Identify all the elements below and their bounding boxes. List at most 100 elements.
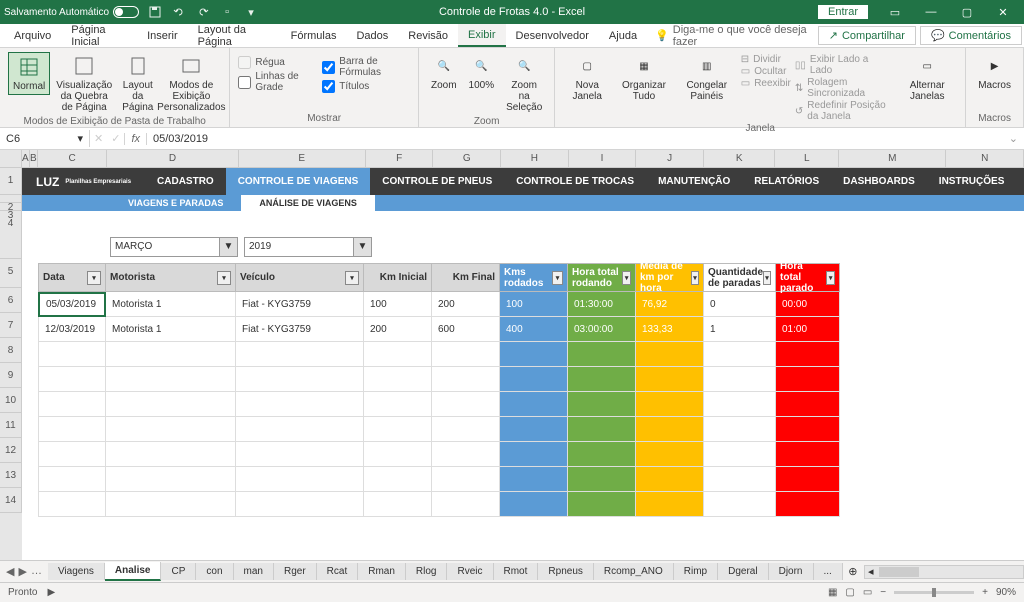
menu-inserir[interactable]: Inserir (137, 24, 188, 47)
sheet-tab[interactable]: Rcat (317, 563, 359, 580)
sheet-tab[interactable]: Rcomp_ANO (594, 563, 674, 580)
sheet-tab[interactable]: con (196, 563, 233, 580)
view-normal-button[interactable]: Normal (8, 52, 50, 95)
fx-icon[interactable]: fx (124, 133, 147, 145)
split-button[interactable]: ⊟ Dividir (741, 54, 791, 65)
sheet-tab[interactable]: Rmot (494, 563, 539, 580)
tab-more-icon[interactable]: … (31, 565, 42, 578)
filter-icon[interactable]: ▾ (622, 271, 631, 285)
horizontal-scrollbar[interactable]: ◂ (864, 565, 1024, 579)
sheet-tab[interactable]: Rlog (406, 563, 448, 580)
view-layout-button[interactable]: Layout da Página (118, 52, 157, 115)
share-button[interactable]: ↗ Compartilhar (818, 26, 916, 45)
cell-km-inicial[interactable]: 200 (364, 317, 432, 342)
col-header[interactable]: B (30, 150, 38, 168)
formula-input[interactable]: 05/03/2019 (147, 131, 1003, 147)
tell-me-search[interactable]: 💡 Diga-me o que você deseja fazer (647, 24, 816, 47)
cell-hora-rodando[interactable]: 01:30:00 (568, 292, 636, 317)
row-header[interactable]: 8 (0, 338, 22, 363)
zoom-slider[interactable] (894, 591, 974, 594)
col-header[interactable]: E (239, 150, 366, 168)
sheet-tab[interactable]: man (234, 563, 274, 580)
autosave-toggle[interactable]: Salvamento Automático (4, 6, 139, 18)
nav-controle-viagens[interactable]: CONTROLE DE VIAGENS (226, 168, 371, 195)
th-kms-rodados[interactable]: Kms rodados▾ (500, 263, 568, 292)
th-motorista[interactable]: Motorista▾ (106, 263, 236, 292)
nav-instrucoes[interactable]: INSTRUÇÕES (927, 168, 1017, 195)
th-media-km[interactable]: Média de km por hora▾ (636, 263, 704, 292)
formula-expand-icon[interactable]: ⌄ (1003, 132, 1024, 145)
nav-manutencao[interactable]: MANUTENÇÃO (646, 168, 742, 195)
row-header[interactable]: 7 (0, 313, 22, 338)
new-sheet-button[interactable]: ⊕ (843, 565, 863, 578)
subnav-viagens-paradas[interactable]: VIAGENS E PARADAS (110, 195, 241, 211)
row-header[interactable]: 11 (0, 413, 22, 438)
comments-button[interactable]: 💬 Comentários (920, 26, 1022, 45)
row-header[interactable]: 12 (0, 438, 22, 463)
zoom-out-icon[interactable]: − (880, 587, 886, 598)
sheet-tab[interactable]: Rman (358, 563, 406, 580)
zoom-in-icon[interactable]: + (982, 587, 988, 598)
sheet-tab[interactable]: Djorn (769, 563, 814, 580)
nav-relatorios[interactable]: RELATÓRIOS (742, 168, 831, 195)
th-data[interactable]: Data▾ (38, 263, 106, 292)
menu-exibir[interactable]: Exibir (458, 24, 506, 47)
cell-media[interactable]: 133,33 (636, 317, 704, 342)
row-header[interactable]: 13 (0, 463, 22, 488)
filter-icon[interactable]: ▾ (552, 271, 563, 285)
row-header[interactable]: 4 (0, 211, 22, 259)
view-break-icon[interactable]: ▭ (863, 587, 872, 598)
col-header[interactable]: D (107, 150, 238, 168)
new-window-button[interactable]: ▢Nova Janela (563, 52, 611, 104)
qat-dropdown-icon[interactable]: ▾ (243, 4, 259, 20)
menu-dados[interactable]: Dados (346, 24, 398, 47)
nav-dashboards[interactable]: DASHBOARDS (831, 168, 927, 195)
sheet-tab[interactable]: Rpneus (538, 563, 593, 580)
th-veiculo[interactable]: Veículo▾ (236, 263, 364, 292)
cell-data[interactable]: 05/03/2019 (38, 292, 106, 317)
cell-motorista[interactable]: Motorista 1 (106, 292, 236, 317)
cell-kms[interactable]: 100 (500, 292, 568, 317)
nav-cadastro[interactable]: CADASTRO (145, 168, 226, 195)
menu-revisao[interactable]: Revisão (398, 24, 458, 47)
nav-controle-trocas[interactable]: CONTROLE DE TROCAS (504, 168, 646, 195)
zoom-level[interactable]: 90% (996, 587, 1016, 598)
switch-windows-button[interactable]: ▭Alternar Janelas (897, 52, 957, 104)
col-header[interactable]: A (22, 150, 30, 168)
signin-button[interactable]: Entrar (818, 5, 868, 19)
check-barra[interactable]: Barra de Fórmulas (322, 56, 410, 78)
cell-veiculo[interactable]: Fiat - KYG3759 (236, 292, 364, 317)
arrange-button[interactable]: ▦Organizar Tudo (615, 52, 673, 104)
hide-button[interactable]: ▭ Ocultar (741, 66, 791, 77)
menu-layout[interactable]: Layout da Página (188, 24, 281, 47)
col-header[interactable]: I (569, 150, 637, 168)
year-dropdown[interactable]: 2019▼ (244, 237, 372, 257)
name-box[interactable]: C6▾ (0, 130, 90, 147)
close-icon[interactable]: ✕ (986, 0, 1020, 24)
view-pagebreak-button[interactable]: Visualização da Quebra de Página (54, 52, 114, 115)
cell-qtd[interactable]: 0 (704, 292, 776, 317)
col-header[interactable]: G (433, 150, 501, 168)
macro-icon[interactable]: ▶ (47, 587, 55, 598)
view-custom-button[interactable]: Modos de Exibição Personalizados (161, 52, 221, 115)
filter-icon[interactable]: ▾ (763, 271, 771, 285)
subnav-analise-viagens[interactable]: ANÁLISE DE VIAGENS (241, 195, 375, 211)
filter-icon[interactable]: ▾ (826, 271, 835, 285)
sheet-tab[interactable]: Rger (274, 563, 317, 580)
select-all-button[interactable] (0, 150, 22, 168)
col-header[interactable]: K (704, 150, 776, 168)
nav-controle-pneus[interactable]: CONTROLE DE PNEUS (370, 168, 504, 195)
row-header[interactable]: 6 (0, 288, 22, 313)
toggle-switch[interactable] (113, 6, 139, 18)
sheet-tab[interactable]: Dgeral (718, 563, 768, 580)
save-icon[interactable] (147, 4, 163, 20)
th-km-final[interactable]: Km Final (432, 263, 500, 292)
col-header[interactable]: H (501, 150, 569, 168)
cell-km-final[interactable]: 600 (432, 317, 500, 342)
cell-data[interactable]: 12/03/2019 (38, 317, 106, 342)
sheet-tab[interactable]: Analise (105, 562, 162, 581)
filter-icon[interactable]: ▾ (217, 271, 231, 285)
row-header[interactable]: 2 (0, 195, 22, 203)
row-header[interactable]: 9 (0, 363, 22, 388)
month-dropdown[interactable]: MARÇO▼ (110, 237, 238, 257)
